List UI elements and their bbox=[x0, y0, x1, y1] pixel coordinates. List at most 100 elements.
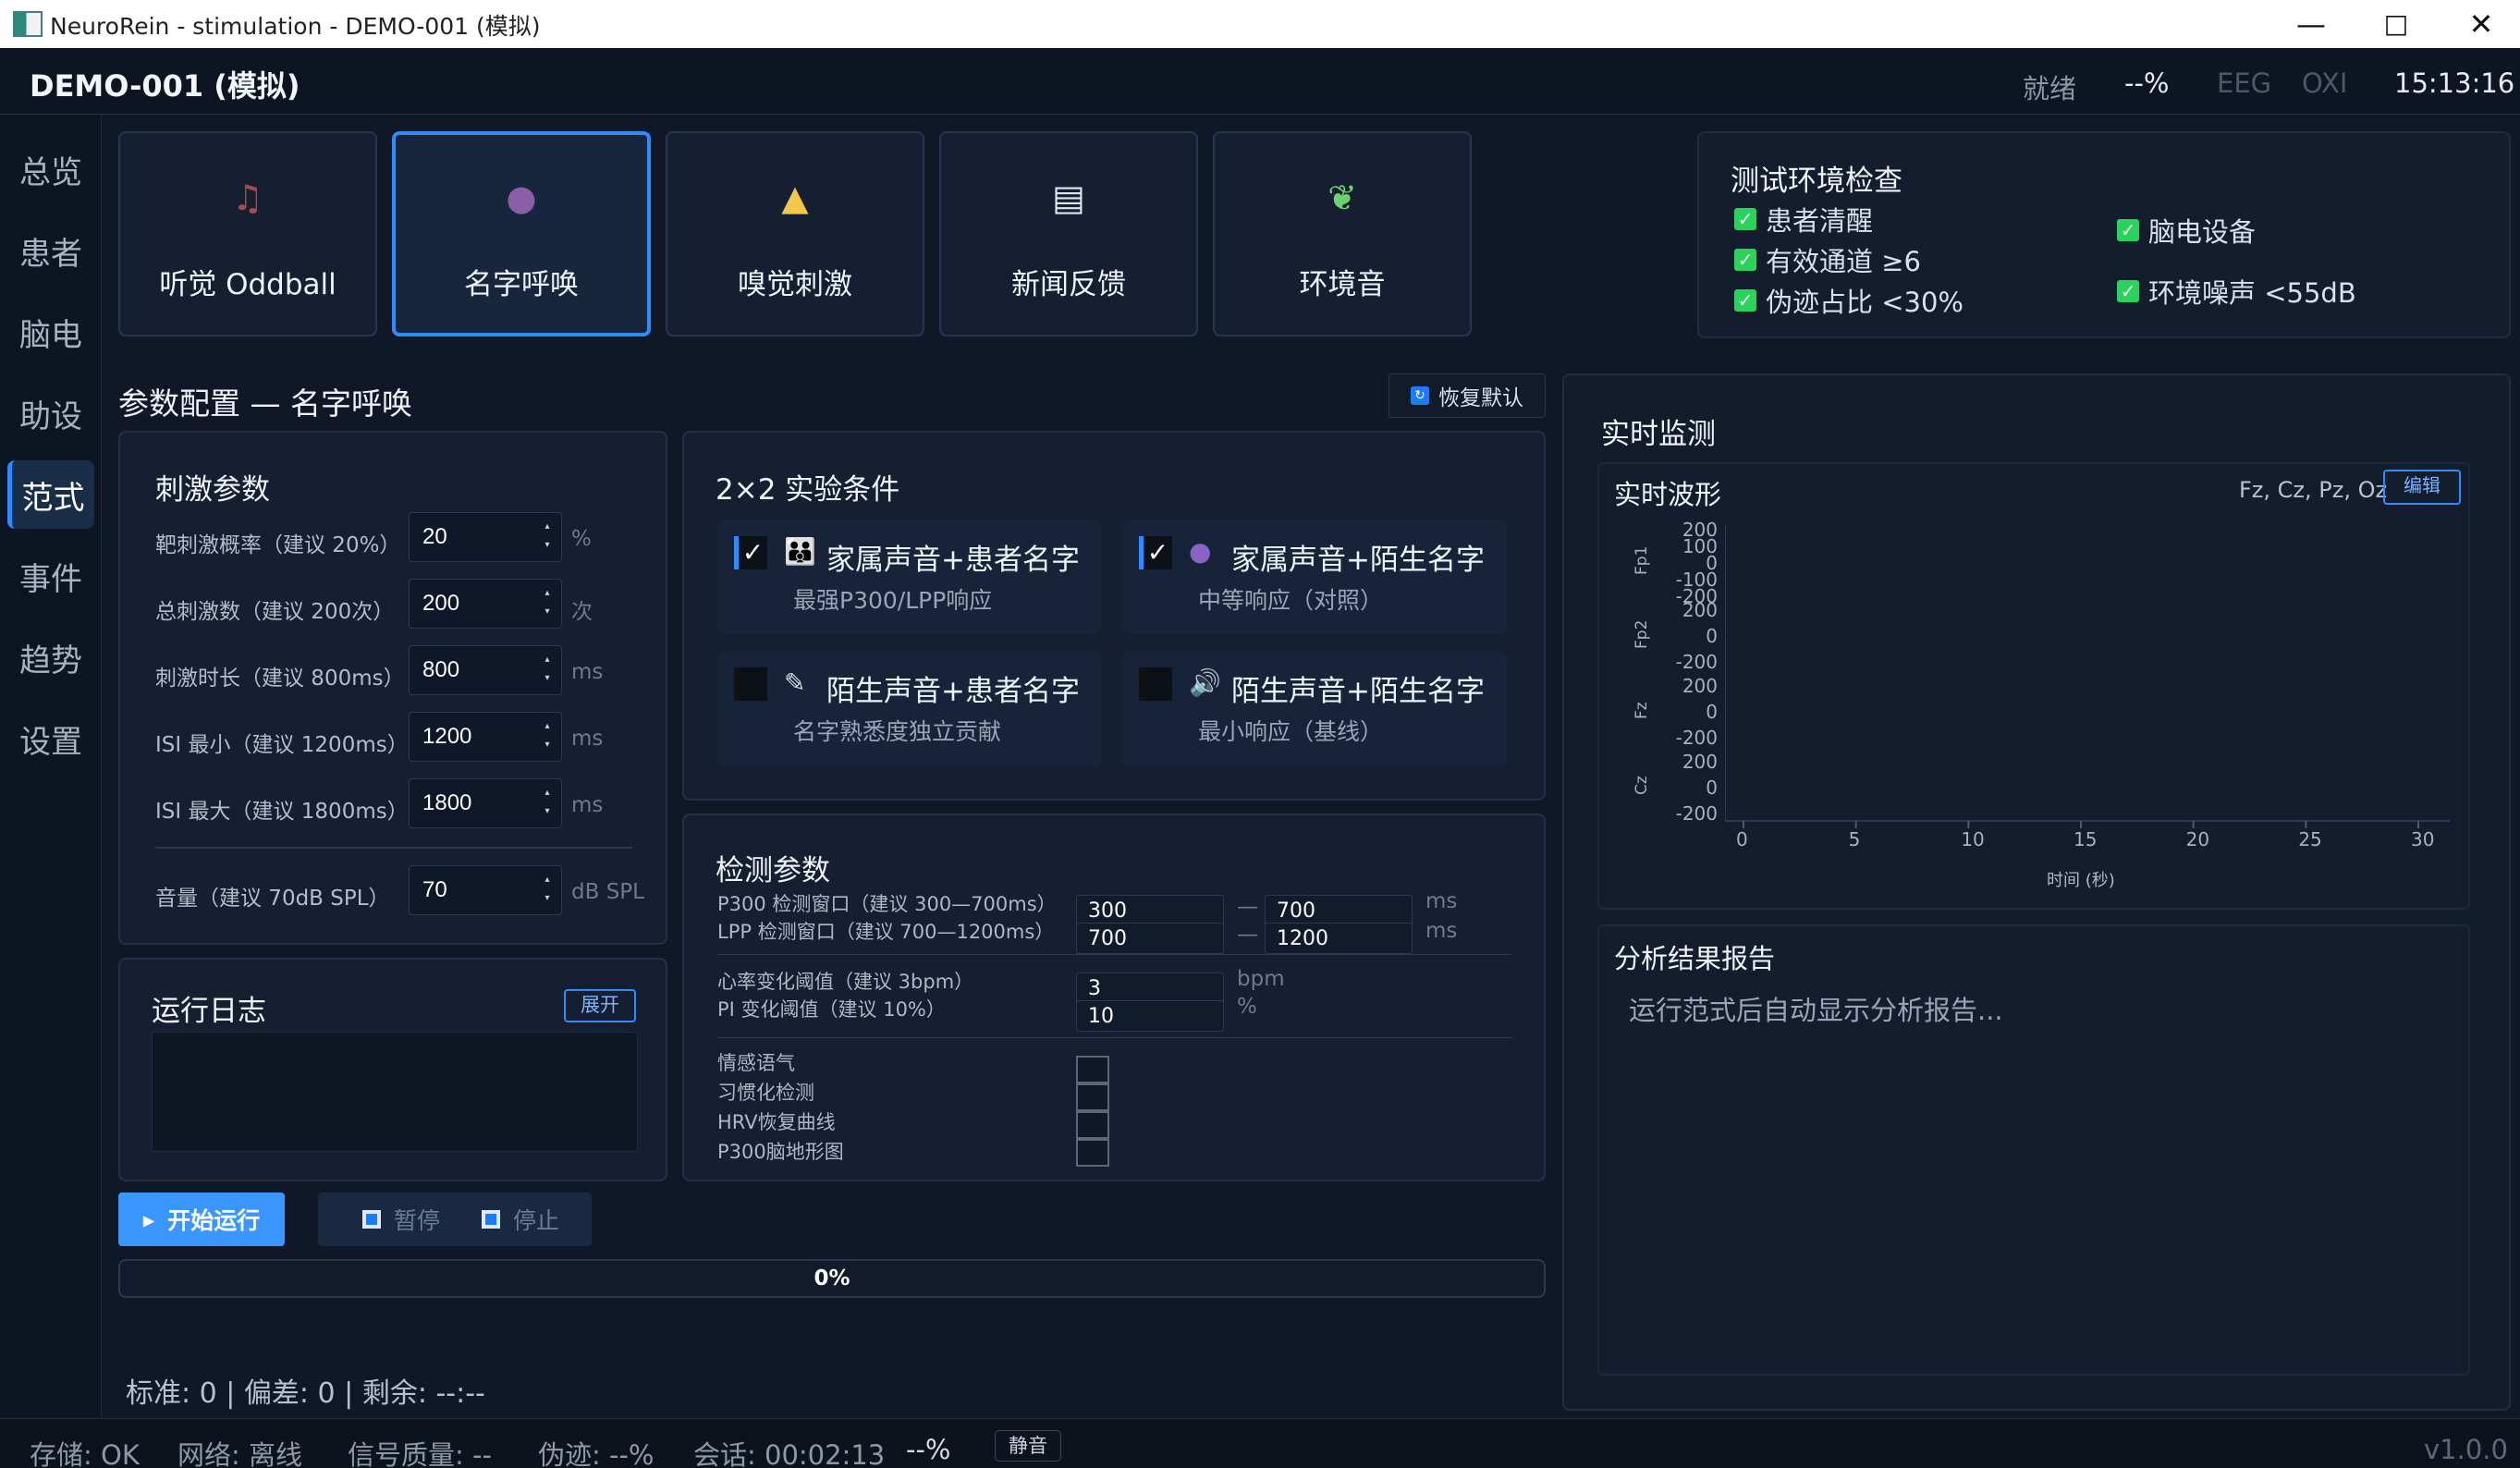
signal-percent: --% bbox=[2124, 67, 2170, 99]
check-icon: ✓ bbox=[1734, 208, 1756, 230]
option-hrv-checkbox[interactable] bbox=[1076, 1111, 1109, 1139]
cz-ticks: 200 0 -200 bbox=[1675, 749, 1718, 826]
condition-checkbox[interactable] bbox=[734, 667, 767, 701]
version-label: v1.0.0 bbox=[2424, 1434, 2508, 1465]
lpp-from-input[interactable]: 700 bbox=[1076, 923, 1224, 954]
sidebar-item-events[interactable]: 事件 bbox=[7, 542, 94, 610]
p300-to-input[interactable]: 700 bbox=[1265, 895, 1413, 926]
stop-label: 停止 bbox=[512, 1207, 559, 1234]
mute-button[interactable]: 静音 bbox=[995, 1430, 1061, 1462]
isi-min-unit: ms bbox=[571, 727, 604, 751]
patient-title: DEMO-001 (模拟) bbox=[30, 68, 300, 104]
tile-olfactory[interactable]: ▲ 嗅觉刺激 bbox=[666, 131, 924, 336]
option-habituation-label: 习惯化检测 bbox=[717, 1082, 814, 1104]
edit-channels-button[interactable]: 编辑 bbox=[2383, 470, 2461, 505]
isi-max-input[interactable] bbox=[409, 778, 562, 828]
fz-tick: 200 bbox=[1682, 675, 1718, 697]
isi-max-label: ISI 最大（建议 1800ms） bbox=[155, 800, 409, 824]
waveform-chart[interactable] bbox=[1725, 525, 2450, 839]
condition-family-patient[interactable]: ✓ 👪 家属声音+患者名字 最强P300/LPP响应 bbox=[717, 520, 1102, 634]
stepper-icon[interactable]: ▴ ▾ bbox=[542, 784, 553, 823]
pi-threshold-label: PI 变化阈值（建议 10%） bbox=[717, 998, 946, 1021]
sidebar-item-settings[interactable]: 设置 bbox=[7, 704, 94, 773]
x-tick-label: 5 bbox=[1848, 828, 1861, 850]
tile-ambient-sound[interactable]: ❦ 环境音 bbox=[1213, 131, 1472, 336]
target-probability-input[interactable] bbox=[409, 512, 562, 562]
maximize-button[interactable]: □ bbox=[2359, 4, 2433, 44]
stepper-icon[interactable]: ▴ ▾ bbox=[542, 651, 553, 690]
total-stimuli-input[interactable] bbox=[409, 579, 562, 629]
x-tick-label: 20 bbox=[2185, 828, 2210, 850]
condition-subtitle: 中等响应（对照） bbox=[1198, 587, 1384, 614]
sidebar-item-eeg[interactable]: 脑电 bbox=[7, 298, 94, 366]
volume-input[interactable] bbox=[409, 865, 562, 915]
tile-auditory-oddball[interactable]: ♫ 听觉 Oddball bbox=[118, 131, 377, 336]
condition-checkbox[interactable]: ✓ bbox=[734, 536, 767, 569]
stepper-icon[interactable]: ▴ ▾ bbox=[542, 518, 553, 557]
tile-label: 新闻反馈 bbox=[1011, 268, 1126, 301]
check-label: 脑电设备 bbox=[2148, 216, 2257, 248]
minimize-button[interactable]: — bbox=[2274, 4, 2348, 44]
stimulus-duration-input[interactable] bbox=[409, 645, 562, 695]
restore-default-button[interactable]: ↻ 恢复默认 bbox=[1388, 373, 1546, 418]
p300-from-input[interactable]: 300 bbox=[1076, 895, 1224, 926]
check-noise: ✓ 环境噪声 <55dB bbox=[2117, 272, 2356, 311]
sidebar-item-assist[interactable]: 助设 bbox=[7, 379, 94, 447]
report-placeholder: 运行范式后自动显示分析报告... bbox=[1629, 995, 2003, 1026]
stepper-icon[interactable]: ▴ ▾ bbox=[542, 717, 553, 756]
isi-min-input[interactable] bbox=[409, 712, 562, 762]
app-icon bbox=[13, 11, 43, 37]
condition-subtitle: 名字熟悉度独立贡献 bbox=[793, 718, 1002, 745]
close-button[interactable]: ✕ bbox=[2444, 4, 2518, 44]
stimulus-parameters-panel: 刺激参数 靶刺激概率（建议 20%） ▴▾ % 总刺激数（建议 200次） ▴▾… bbox=[118, 431, 667, 945]
log-output[interactable] bbox=[152, 1032, 638, 1152]
condition-title: 陌生声音+患者名字 bbox=[826, 675, 1080, 708]
sidebar-item-overview[interactable]: 总览 bbox=[7, 135, 94, 203]
option-topography-checkbox[interactable] bbox=[1076, 1139, 1109, 1167]
lpp-to-input[interactable]: 1200 bbox=[1265, 923, 1413, 954]
option-habituation-checkbox[interactable] bbox=[1076, 1083, 1109, 1111]
fp1-ticks: 200 100 0 -100 -200 bbox=[1675, 520, 1718, 606]
sidebar-item-trends[interactable]: 趋势 bbox=[7, 623, 94, 691]
oxi-indicator: OXI bbox=[2302, 67, 2348, 99]
condition-stranger-patient[interactable]: ✎ 陌生声音+患者名字 名字熟悉度独立贡献 bbox=[717, 651, 1102, 765]
status-footer: 存储: OK 网络: 离线 信号质量: -- 伪迹: --% 会话: 00:02… bbox=[0, 1418, 2520, 1468]
heart-rate-threshold-input[interactable]: 3 bbox=[1076, 973, 1224, 1004]
pi-unit: % bbox=[1237, 995, 1257, 1019]
stop-button[interactable]: 停止 bbox=[449, 1193, 592, 1246]
expand-log-button[interactable]: 展开 bbox=[564, 989, 636, 1022]
option-topography-label: P300脑地形图 bbox=[717, 1141, 844, 1163]
check-label: 有效通道 ≥6 bbox=[1766, 246, 1921, 277]
condition-stranger-stranger[interactable]: 🔊 陌生声音+陌生名字 最小响应（基线） bbox=[1122, 651, 1507, 765]
heart-rate-threshold-label: 心率变化阈值（建议 3bpm） bbox=[717, 971, 974, 993]
stepper-icon[interactable]: ▴ ▾ bbox=[542, 584, 553, 623]
tile-label: 名字呼唤 bbox=[464, 268, 579, 301]
music-icon: ♫ bbox=[231, 177, 264, 218]
condition-checkbox[interactable]: ✓ bbox=[1139, 536, 1172, 569]
tile-news-feedback[interactable]: ▤ 新闻反馈 bbox=[939, 131, 1198, 336]
sidebar-item-paradigm[interactable]: 范式 bbox=[7, 460, 94, 529]
stepper-icon[interactable]: ▴ ▾ bbox=[542, 871, 553, 910]
storage-status: 存储: OK bbox=[30, 1439, 140, 1468]
run-progress-bar: 0% bbox=[118, 1259, 1546, 1298]
sidebar-item-patient[interactable]: 患者 bbox=[7, 216, 94, 285]
start-run-button[interactable]: ▸ 开始运行 bbox=[118, 1193, 285, 1246]
environment-check-panel: 测试环境检查 ✓ 患者清醒 ✓ 有效通道 ≥6 ✓ 伪迹占比 <30% ✓ 脑电设备 ✓… bbox=[1697, 131, 2511, 338]
x-axis-label: 时间 (秒) bbox=[2047, 871, 2115, 890]
channel-label-cz: Cz bbox=[1633, 776, 1651, 795]
check-icon: ✓ bbox=[1734, 249, 1756, 271]
condition-family-stranger[interactable]: ✓ ● 家属声音+陌生名字 中等响应（对照） bbox=[1122, 520, 1507, 634]
monitor-title: 实时监测 bbox=[1601, 418, 1716, 451]
network-status: 网络: 离线 bbox=[177, 1439, 302, 1468]
condition-checkbox[interactable] bbox=[1139, 667, 1172, 701]
window-title: NeuroRein - stimulation - DEMO-001 (模拟) bbox=[50, 13, 541, 40]
channel-label-fp2: Fp2 bbox=[1633, 619, 1651, 649]
run-statistics: 标准: 0 | 偏差: 0 | 剩余: --:-- bbox=[126, 1377, 485, 1410]
tile-label: 听觉 Oddball bbox=[159, 268, 336, 301]
check-eeg-device: ✓ 脑电设备 bbox=[2117, 211, 2256, 250]
fp2-ticks: 200 0 -200 bbox=[1675, 597, 1718, 675]
option-emotional-tone-checkbox[interactable] bbox=[1076, 1056, 1109, 1083]
tile-name-calling[interactable]: ● 名字呼唤 bbox=[392, 131, 651, 336]
pi-threshold-input[interactable]: 10 bbox=[1076, 1000, 1224, 1032]
channel-list: Fz, Cz, Pz, Oz bbox=[2239, 477, 2388, 503]
